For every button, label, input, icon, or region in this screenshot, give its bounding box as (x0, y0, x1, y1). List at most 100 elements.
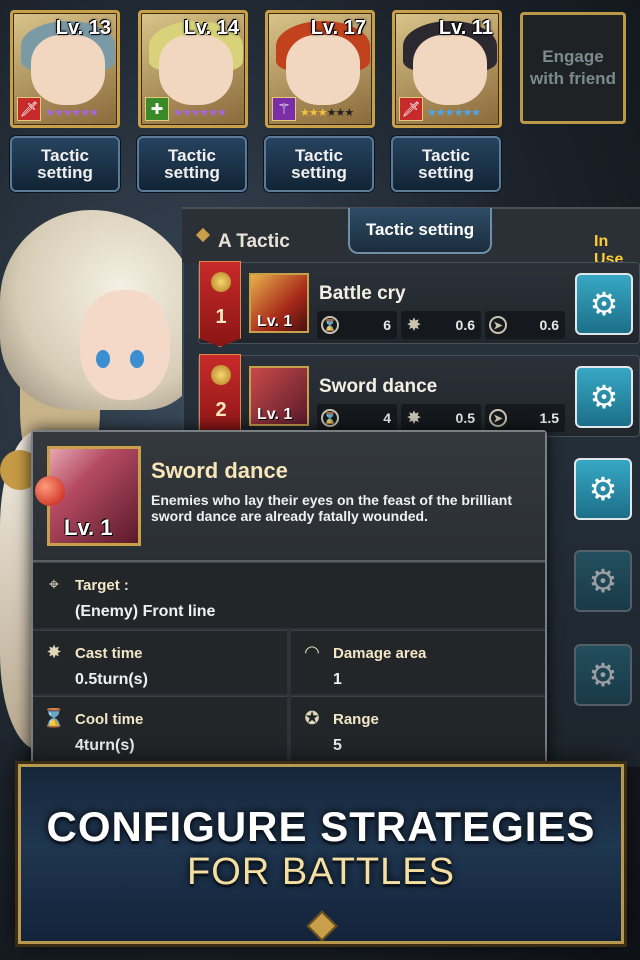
cool-time-label: Cool time (75, 711, 144, 728)
gear-icon: ⚙ (589, 379, 619, 415)
banner-headline: CONFIGURE STRATEGIES (46, 803, 596, 850)
skill-settings-button-4[interactable]: ⚙ (574, 550, 632, 612)
crosshair-icon: ⌖ (48, 573, 60, 594)
speed-value: 1.5 (539, 410, 559, 426)
cast-time-value: 0.5turn(s) (75, 671, 148, 688)
skill-name: Sword dance (319, 376, 438, 397)
sword-icon: 🗡 (17, 97, 41, 121)
range-value: 5 (333, 737, 342, 754)
cast-time-cell: ✸ Cast time 0.5turn(s) (33, 630, 287, 694)
hero-face (31, 35, 105, 105)
speed-icon: ➤ (489, 316, 507, 334)
burst-icon: ✸ (407, 317, 421, 334)
coin-icon (211, 365, 231, 385)
art-eye (130, 350, 144, 368)
cross-icon: ✚ (145, 97, 169, 121)
rank-ribbon: 1 (199, 261, 241, 347)
hero-level: Lv. 13 (55, 17, 111, 39)
hero-portrait[interactable]: Lv. 17 ⚚ ★★★★★★ (265, 10, 375, 128)
tactic-setting-button-4[interactable]: Tactic setting (391, 136, 501, 192)
gear-icon: ⚙ (589, 286, 619, 322)
hero-stars: ★★★★★★ (173, 107, 227, 119)
hero-portrait[interactable]: Lv. 14 ✚ ★★★★★★ (138, 10, 248, 128)
skill-tooltip: Lv. 1 Sword dance Enemies who lay their … (31, 430, 547, 770)
speed-icon: ➤ (489, 409, 507, 427)
tactic-name: A Tactic (218, 231, 290, 252)
cast-value: 0.5 (455, 410, 475, 426)
tactic-setting-button-3[interactable]: Tactic setting (264, 136, 374, 192)
hero-level: Lv. 11 (438, 17, 493, 39)
hero-stars: ★★★★★★ (45, 107, 99, 119)
ornament-icon (306, 910, 338, 942)
burst-icon: ✸ (407, 410, 421, 427)
cooldown-value: 4 (383, 410, 391, 426)
cool-time-value: 4turn(s) (75, 737, 135, 754)
gear-icon: ⚙ (588, 657, 618, 693)
tooltip-description: Enemies who lay their eyes on the feast … (151, 492, 512, 524)
range-icon: ✪ (304, 707, 320, 728)
burst-icon: ✸ (46, 641, 62, 662)
damage-area-cell: ◠ Damage area 1 (291, 630, 545, 694)
hero-portrait[interactable]: Lv. 11 🗡 ★★★★★★ (392, 10, 502, 128)
hero-level: Lv. 17 (310, 17, 366, 39)
cool-time-cell: ⌛ Cool time 4turn(s) (33, 696, 287, 768)
hero-portrait[interactable]: Lv. 13 🗡 ★★★★★★ (10, 10, 120, 128)
skill-settings-button-3[interactable]: ⚙ (574, 458, 632, 520)
rank-number: 2 (215, 399, 227, 421)
hourglass-icon: ⌛ (42, 707, 66, 728)
rank-ribbon: 2 (199, 354, 241, 440)
battle-cry-skill-icon: Lv. 1 (249, 273, 309, 333)
hero-face (413, 35, 487, 105)
skill-level: Lv. 1 (257, 406, 293, 423)
cast-stat: ✸ 0.5 (401, 404, 481, 432)
banner-subheadline: FOR BATTLES (187, 851, 455, 893)
cast-value: 0.6 (455, 317, 475, 333)
art-eye (96, 350, 110, 368)
range-cell: ✪ Range 5 (291, 696, 545, 768)
cooldown-stat: ⌛ 6 (317, 311, 397, 339)
skill-row-1[interactable]: 1 Lv. 1 Battle cry ⌛ 6 ✸ 0.6 ➤ 0.6 ⚙ (198, 261, 640, 347)
speed-value: 0.6 (539, 317, 559, 333)
cooldown-stat: ⌛ 4 (317, 404, 397, 432)
skill-settings-button-1[interactable]: ⚙ (575, 273, 633, 335)
skill-level: Lv. 1 (257, 313, 293, 330)
hero-stars: ★★★★★★ (427, 107, 481, 119)
cast-stat: ✸ 0.6 (401, 311, 481, 339)
target-cell: ⌖ Target : (Enemy) Front line (33, 562, 545, 628)
speed-stat: ➤ 0.6 (485, 311, 565, 339)
gear-icon: ⚙ (588, 471, 618, 507)
hero-face (286, 35, 360, 105)
tooltip-header: Lv. 1 Sword dance Enemies who lay their … (33, 432, 545, 560)
coin-icon (211, 272, 231, 292)
sword-icon: 🗡 (399, 97, 423, 121)
cooldown-value: 6 (383, 317, 391, 333)
hero-party-bar: Lv. 13 🗡 ★★★★★★ Lv. 14 ✚ ★★★★★★ Lv. 17 ⚚… (0, 0, 640, 200)
staff-icon: ⚚ (272, 97, 296, 121)
skill-settings-button-5[interactable]: ⚙ (574, 644, 632, 706)
hourglass-icon: ⌛ (321, 316, 339, 334)
range-label: Range (333, 711, 379, 728)
tactic-setting-button-1[interactable]: Tactic setting (10, 136, 120, 192)
tab-tactic-setting[interactable]: Tactic setting (348, 208, 492, 254)
target-value: (Enemy) Front line (75, 603, 216, 620)
tactic-setting-button-2[interactable]: Tactic setting (137, 136, 247, 192)
damage-area-value: 1 (333, 671, 342, 688)
target-label: Target : (75, 577, 129, 594)
sword-dance-skill-icon: Lv. 1 (249, 366, 309, 426)
skill-name: Battle cry (319, 283, 406, 304)
rank-number: 1 (215, 306, 227, 328)
hero-level: Lv. 14 (183, 17, 239, 39)
skill-settings-button-2[interactable]: ⚙ (575, 366, 633, 428)
tooltip-skill-name: Sword dance (151, 458, 288, 483)
hourglass-icon: ⌛ (321, 409, 339, 427)
engage-with-friend-button[interactable]: Engage with friend (520, 12, 626, 124)
wifi-area-icon: ◠ (304, 641, 320, 662)
art-face (80, 290, 170, 400)
cast-time-label: Cast time (75, 645, 143, 662)
promo-banner: CONFIGURE STRATEGIES FOR BATTLES (18, 764, 624, 944)
gear-icon: ⚙ (588, 563, 618, 599)
tooltip-skill-level: Lv. 1 (64, 515, 113, 540)
skill-row-2[interactable]: 2 Lv. 1 Sword dance ⌛ 4 ✸ 0.5 ➤ 1.5 ⚙ (198, 354, 640, 440)
speed-stat: ➤ 1.5 (485, 404, 565, 432)
hero-face (159, 35, 233, 105)
